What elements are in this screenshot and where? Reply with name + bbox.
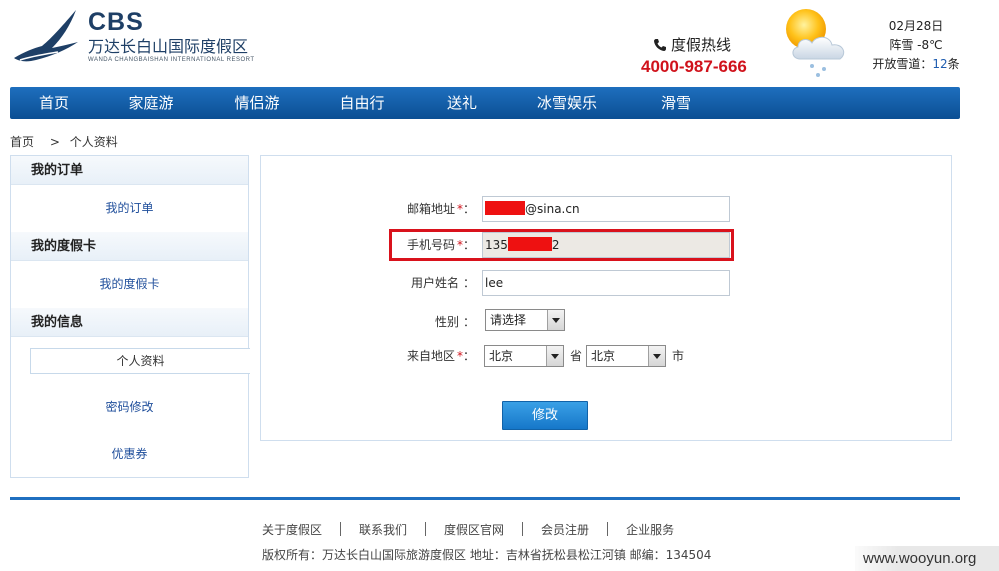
nav-snow-fun[interactable]: 冰雪娱乐 bbox=[510, 87, 624, 119]
footer-links: 关于度假区 联系我们 度假区官网 会员注册 企业服务 bbox=[262, 521, 674, 537]
chevron-down-icon bbox=[546, 346, 563, 366]
submit-button[interactable]: 修改 bbox=[502, 401, 588, 430]
bird-logo-icon bbox=[14, 10, 78, 62]
sidebar-heading-orders: 我的订单 bbox=[11, 156, 248, 185]
footer-separator bbox=[522, 522, 524, 536]
footer-link-about[interactable]: 关于度假区 bbox=[262, 521, 322, 538]
footer-link-official-site[interactable]: 度假区官网 bbox=[444, 521, 504, 538]
open-trails: 开放雪道：12条 bbox=[866, 55, 966, 74]
username-colon: ： bbox=[462, 276, 475, 290]
resort-name-en: WANDA CHANGBAISHAN INTERNATIONAL RESORT bbox=[88, 57, 255, 63]
region-colon: ： bbox=[462, 349, 475, 363]
chevron-down-icon bbox=[547, 310, 564, 330]
footer-link-register[interactable]: 会员注册 bbox=[541, 521, 589, 538]
open-trails-count: 12 bbox=[932, 57, 948, 71]
footer-separator bbox=[607, 522, 609, 536]
sidebar-item-my-orders[interactable]: 我的订单 bbox=[11, 185, 248, 232]
city-select[interactable]: 北京 bbox=[586, 345, 666, 367]
phone-field[interactable]: 135 2 bbox=[482, 232, 730, 258]
open-trails-label: 开放雪道： bbox=[872, 57, 933, 71]
redaction-mark bbox=[485, 201, 525, 215]
footer-copyright: 版权所有：万达长白山国际旅游度假区 地址：吉林省抚松县松江河镇 邮编：13450… bbox=[262, 548, 712, 562]
brand-mark: CBS bbox=[88, 8, 144, 36]
snow-weather-icon bbox=[786, 9, 845, 77]
footer-separator bbox=[425, 522, 427, 536]
sidebar-heading-cards: 我的度假卡 bbox=[11, 232, 248, 261]
main-nav: 首页 家庭游 情侣游 自由行 送礼 冰雪娱乐 滑雪 bbox=[10, 87, 960, 119]
city-unit: 市 bbox=[672, 349, 685, 363]
footer-link-contact[interactable]: 联系我们 bbox=[359, 521, 407, 538]
nav-family-trip[interactable]: 家庭游 bbox=[98, 87, 204, 119]
region-label-text: 来自地区 bbox=[406, 349, 455, 363]
hotline-label: 度假热线 bbox=[671, 36, 732, 54]
breadcrumb-current: 个人资料 bbox=[69, 135, 118, 149]
nav-free-travel[interactable]: 自由行 bbox=[310, 87, 414, 119]
username-field[interactable]: lee bbox=[482, 270, 730, 296]
sidebar-heading-info: 我的信息 bbox=[11, 308, 248, 337]
sidebar-item-change-password[interactable]: 密码修改 bbox=[11, 384, 248, 431]
weather-info: 02月28日 阵雪 -8℃ 开放雪道：12条 bbox=[866, 17, 966, 74]
footer-divider bbox=[10, 497, 960, 500]
logo[interactable]: CBS 万达长白山国际度假区 WANDA CHANGBAISHAN INTERN… bbox=[12, 6, 282, 68]
nav-skiing[interactable]: 滑雪 bbox=[624, 87, 728, 119]
account-sidebar: 我的订单 我的订单 我的度假卡 我的度假卡 我的信息 个人资料 密码修改 优惠券 bbox=[10, 155, 250, 478]
nav-couple-trip[interactable]: 情侣游 bbox=[204, 87, 310, 119]
footer-link-enterprise[interactable]: 企业服务 bbox=[626, 521, 674, 538]
chevron-down-icon bbox=[648, 346, 665, 366]
breadcrumb-home[interactable]: 首页 bbox=[10, 135, 34, 149]
email-row: 邮箱地址 *： @sina.cn bbox=[261, 196, 953, 222]
open-trails-unit: 条 bbox=[947, 57, 960, 71]
gender-select[interactable]: 请选择 bbox=[485, 309, 565, 331]
hotline: 度假热线 4000-987-666 bbox=[641, 36, 771, 78]
email-field[interactable]: @sina.cn bbox=[482, 196, 730, 222]
footer-separator bbox=[340, 522, 342, 536]
weather-condition: 阵雪 -8℃ bbox=[889, 38, 943, 52]
phone-row: 手机号码 *： 135 2 bbox=[261, 232, 953, 258]
city-selected: 北京 bbox=[591, 349, 616, 363]
weather-date: 02月28日 bbox=[888, 19, 944, 33]
watermark: www.wooyun.org bbox=[855, 546, 999, 571]
email-label-text: 邮箱地址 bbox=[406, 202, 455, 216]
phone-value-suffix: 2 bbox=[551, 238, 560, 252]
province-select[interactable]: 北京 bbox=[484, 345, 564, 367]
redaction-mark bbox=[507, 237, 552, 251]
gender-selected: 请选择 bbox=[490, 313, 527, 327]
gender-row: 性别： 请选择 bbox=[261, 307, 953, 333]
username-label: 用户姓名： bbox=[411, 270, 475, 296]
province-selected: 北京 bbox=[489, 349, 514, 363]
sidebar-item-coupons[interactable]: 优惠券 bbox=[11, 431, 248, 478]
email-value-suffix: @sina.cn bbox=[525, 202, 580, 216]
phone-label-text: 手机号码 bbox=[406, 238, 455, 252]
gender-label: 性别： bbox=[435, 309, 475, 335]
sidebar-item-profile[interactable]: 个人资料 bbox=[11, 337, 250, 384]
hotline-label-row: 度假热线 bbox=[653, 36, 771, 54]
phone-icon bbox=[654, 39, 666, 51]
breadcrumb: 首页 > 个人资料 bbox=[10, 133, 124, 150]
breadcrumb-separator: > bbox=[49, 135, 60, 149]
sidebar-item-profile-label: 个人资料 bbox=[30, 348, 250, 374]
email-colon: ： bbox=[462, 202, 475, 216]
province-unit: 省 bbox=[570, 349, 583, 363]
username-row: 用户姓名： lee bbox=[261, 270, 953, 296]
resort-name-cn: 万达长白山国际度假区 bbox=[88, 37, 249, 56]
email-label: 邮箱地址 *： bbox=[407, 196, 475, 222]
gender-label-text: 性别 bbox=[434, 315, 459, 329]
region-label: 来自地区 *： bbox=[407, 343, 475, 369]
phone-value-prefix: 135 bbox=[485, 238, 508, 252]
phone-colon: ： bbox=[462, 238, 475, 252]
gender-colon: ： bbox=[462, 315, 475, 329]
hotline-number: 4000-987-666 bbox=[641, 57, 747, 76]
nav-gifts[interactable]: 送礼 bbox=[414, 87, 510, 119]
site-header: CBS 万达长白山国际度假区 WANDA CHANGBAISHAN INTERN… bbox=[0, 0, 999, 86]
profile-form-panel: 邮箱地址 *： @sina.cn 手机号码 *： 135 2 用户姓名： lee 性别… bbox=[260, 155, 952, 441]
nav-home[interactable]: 首页 bbox=[10, 87, 98, 119]
region-row: 来自地区 *： 北京 省 北京 市 bbox=[261, 345, 953, 371]
sidebar-item-my-cards[interactable]: 我的度假卡 bbox=[11, 261, 248, 308]
username-label-text: 用户姓名 bbox=[410, 276, 459, 290]
phone-label: 手机号码 *： bbox=[407, 232, 475, 258]
